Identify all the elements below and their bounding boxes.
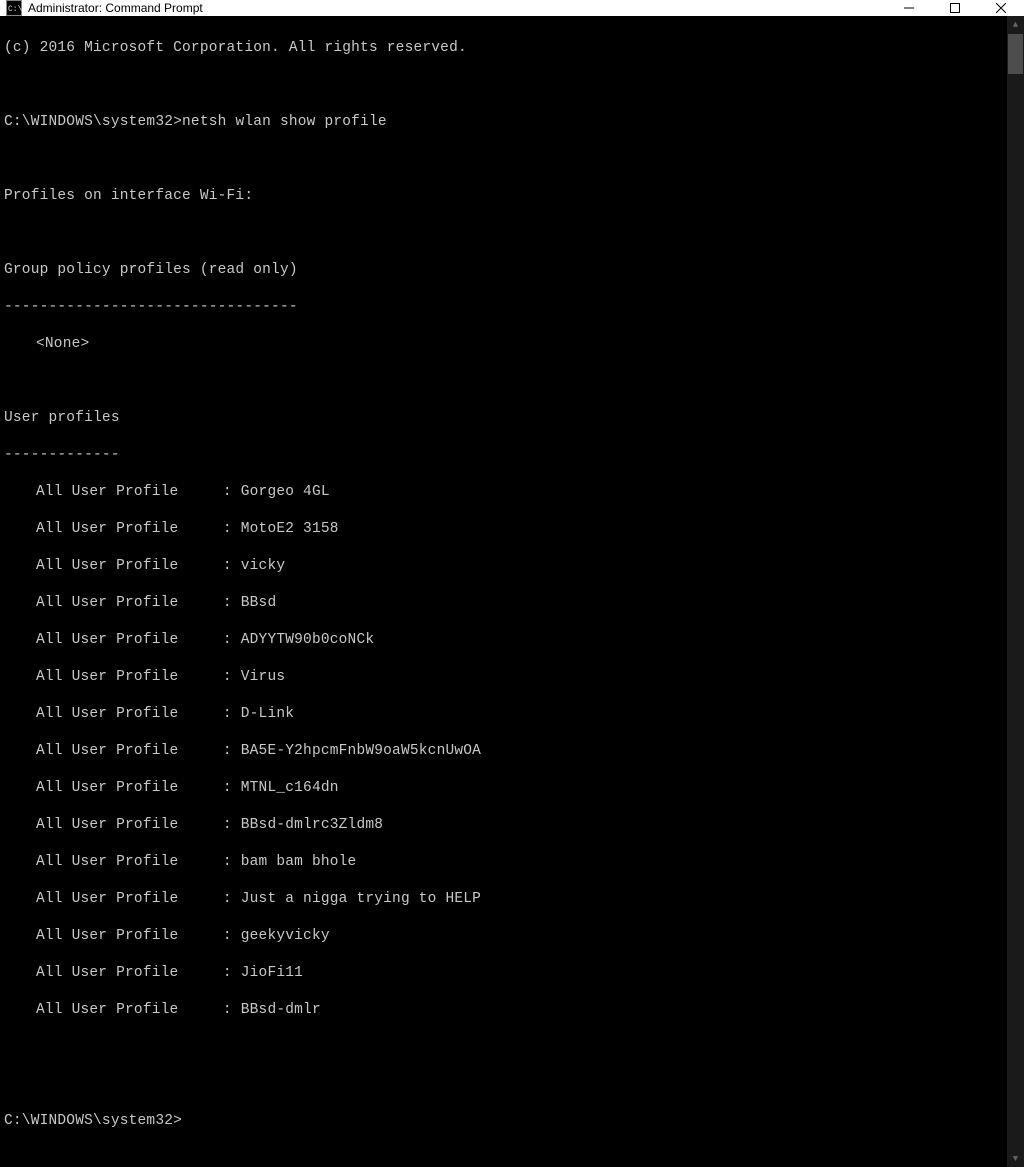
profile-label: All User Profile : xyxy=(36,558,241,574)
blank xyxy=(4,224,1005,243)
blank xyxy=(4,1038,1005,1057)
profile-label: All User Profile : xyxy=(36,595,241,611)
group-policy-none: <None> xyxy=(4,335,1005,354)
scroll-up-arrow-icon[interactable]: ▲ xyxy=(1007,16,1024,33)
profile-row: All User Profile : BA5E-Y2hpcmFnbW9oaW5k… xyxy=(4,742,1005,761)
group-policy-dashes: --------------------------------- xyxy=(4,298,1005,317)
profile-label: All User Profile : xyxy=(36,706,241,722)
prompt-path: C:\WINDOWS\system32> xyxy=(4,114,182,130)
profile-label: All User Profile : xyxy=(36,928,241,944)
prompt-line-2: C:\WINDOWS\system32> xyxy=(4,1112,1005,1131)
profile-row: All User Profile : vicky xyxy=(4,557,1005,576)
profile-name: D-Link xyxy=(241,706,294,722)
profile-label: All User Profile : xyxy=(36,484,241,500)
scroll-down-arrow-icon[interactable]: ▼ xyxy=(1007,1150,1024,1167)
profile-name: BA5E-Y2hpcmFnbW9oaW5kcnUwOA xyxy=(241,743,481,759)
profile-row: All User Profile : BBsd-dmlrc3Zldm8 xyxy=(4,816,1005,835)
profile-row: All User Profile : BBsd xyxy=(4,594,1005,613)
profile-label: All User Profile : xyxy=(36,521,241,537)
profile-row: All User Profile : MotoE2 3158 xyxy=(4,520,1005,539)
svg-text:C:\: C:\ xyxy=(8,5,22,14)
profile-label: All User Profile : xyxy=(36,891,241,907)
user-profiles-header: User profiles xyxy=(4,409,1005,428)
close-button[interactable] xyxy=(978,0,1024,16)
profile-row: All User Profile : geekyvicky xyxy=(4,927,1005,946)
command-prompt-window: C:\ Administrator: Command Prompt (c) 20… xyxy=(0,0,1024,610)
profile-row: All User Profile : ADYYTW90b0coNCk xyxy=(4,631,1005,650)
profile-name: BBsd-dmlrc3Zldm8 xyxy=(241,817,383,833)
profile-label: All User Profile : xyxy=(36,854,241,870)
blank xyxy=(4,1075,1005,1094)
maximize-button[interactable] xyxy=(932,0,978,16)
profile-label: All User Profile : xyxy=(36,965,241,981)
blank xyxy=(4,76,1005,95)
group-policy-header: Group policy profiles (read only) xyxy=(4,261,1005,280)
profile-row: All User Profile : JioFi11 xyxy=(4,964,1005,983)
titlebar[interactable]: C:\ Administrator: Command Prompt xyxy=(0,0,1024,16)
copyright-line: (c) 2016 Microsoft Corporation. All righ… xyxy=(4,39,1005,58)
profile-label: All User Profile : xyxy=(36,817,241,833)
profile-row: All User Profile : bam bam bhole xyxy=(4,853,1005,872)
typed-command: netsh wlan show profile xyxy=(182,114,387,130)
profile-label: All User Profile : xyxy=(36,669,241,685)
profile-row: All User Profile : Virus xyxy=(4,668,1005,687)
cmd-icon: C:\ xyxy=(6,0,22,16)
vertical-scrollbar[interactable]: ▲ ▼ xyxy=(1007,16,1024,1167)
interface-header: Profiles on interface Wi-Fi: xyxy=(4,187,1005,206)
profile-row: All User Profile : MTNL_c164dn xyxy=(4,779,1005,798)
blank xyxy=(4,372,1005,391)
profile-name: bam bam bhole xyxy=(241,854,357,870)
profile-label: All User Profile : xyxy=(36,743,241,759)
profile-label: All User Profile : xyxy=(36,632,241,648)
profile-name: Virus xyxy=(241,669,286,685)
profile-name: BBsd-dmlr xyxy=(241,1002,321,1018)
user-profiles-dashes: ------------- xyxy=(4,446,1005,465)
window-controls xyxy=(886,0,1024,16)
prompt-line-1: C:\WINDOWS\system32>netsh wlan show prof… xyxy=(4,113,1005,132)
profile-name: MotoE2 3158 xyxy=(241,521,339,537)
profile-label: All User Profile : xyxy=(36,780,241,796)
window-title: Administrator: Command Prompt xyxy=(28,1,886,15)
scroll-thumb[interactable] xyxy=(1008,34,1023,74)
profile-name: JioFi11 xyxy=(241,965,303,981)
profile-row: All User Profile : D-Link xyxy=(4,705,1005,724)
profile-name: MTNL_c164dn xyxy=(241,780,339,796)
profile-name: ADYYTW90b0coNCk xyxy=(241,632,375,648)
profile-row: All User Profile : Just a nigga trying t… xyxy=(4,890,1005,909)
profile-name: Gorgeo 4GL xyxy=(241,484,330,500)
profile-row: All User Profile : Gorgeo 4GL xyxy=(4,483,1005,502)
minimize-button[interactable] xyxy=(886,0,932,16)
profile-name: vicky xyxy=(241,558,286,574)
profile-name: geekyvicky xyxy=(241,928,330,944)
terminal-area[interactable]: (c) 2016 Microsoft Corporation. All righ… xyxy=(0,16,1024,1167)
terminal-output: (c) 2016 Microsoft Corporation. All righ… xyxy=(0,16,1007,1167)
profile-label: All User Profile : xyxy=(36,1002,241,1018)
blank xyxy=(4,150,1005,169)
profile-name: Just a nigga trying to HELP xyxy=(241,891,481,907)
profile-row: All User Profile : BBsd-dmlr xyxy=(4,1001,1005,1020)
profile-name: BBsd xyxy=(241,595,277,611)
